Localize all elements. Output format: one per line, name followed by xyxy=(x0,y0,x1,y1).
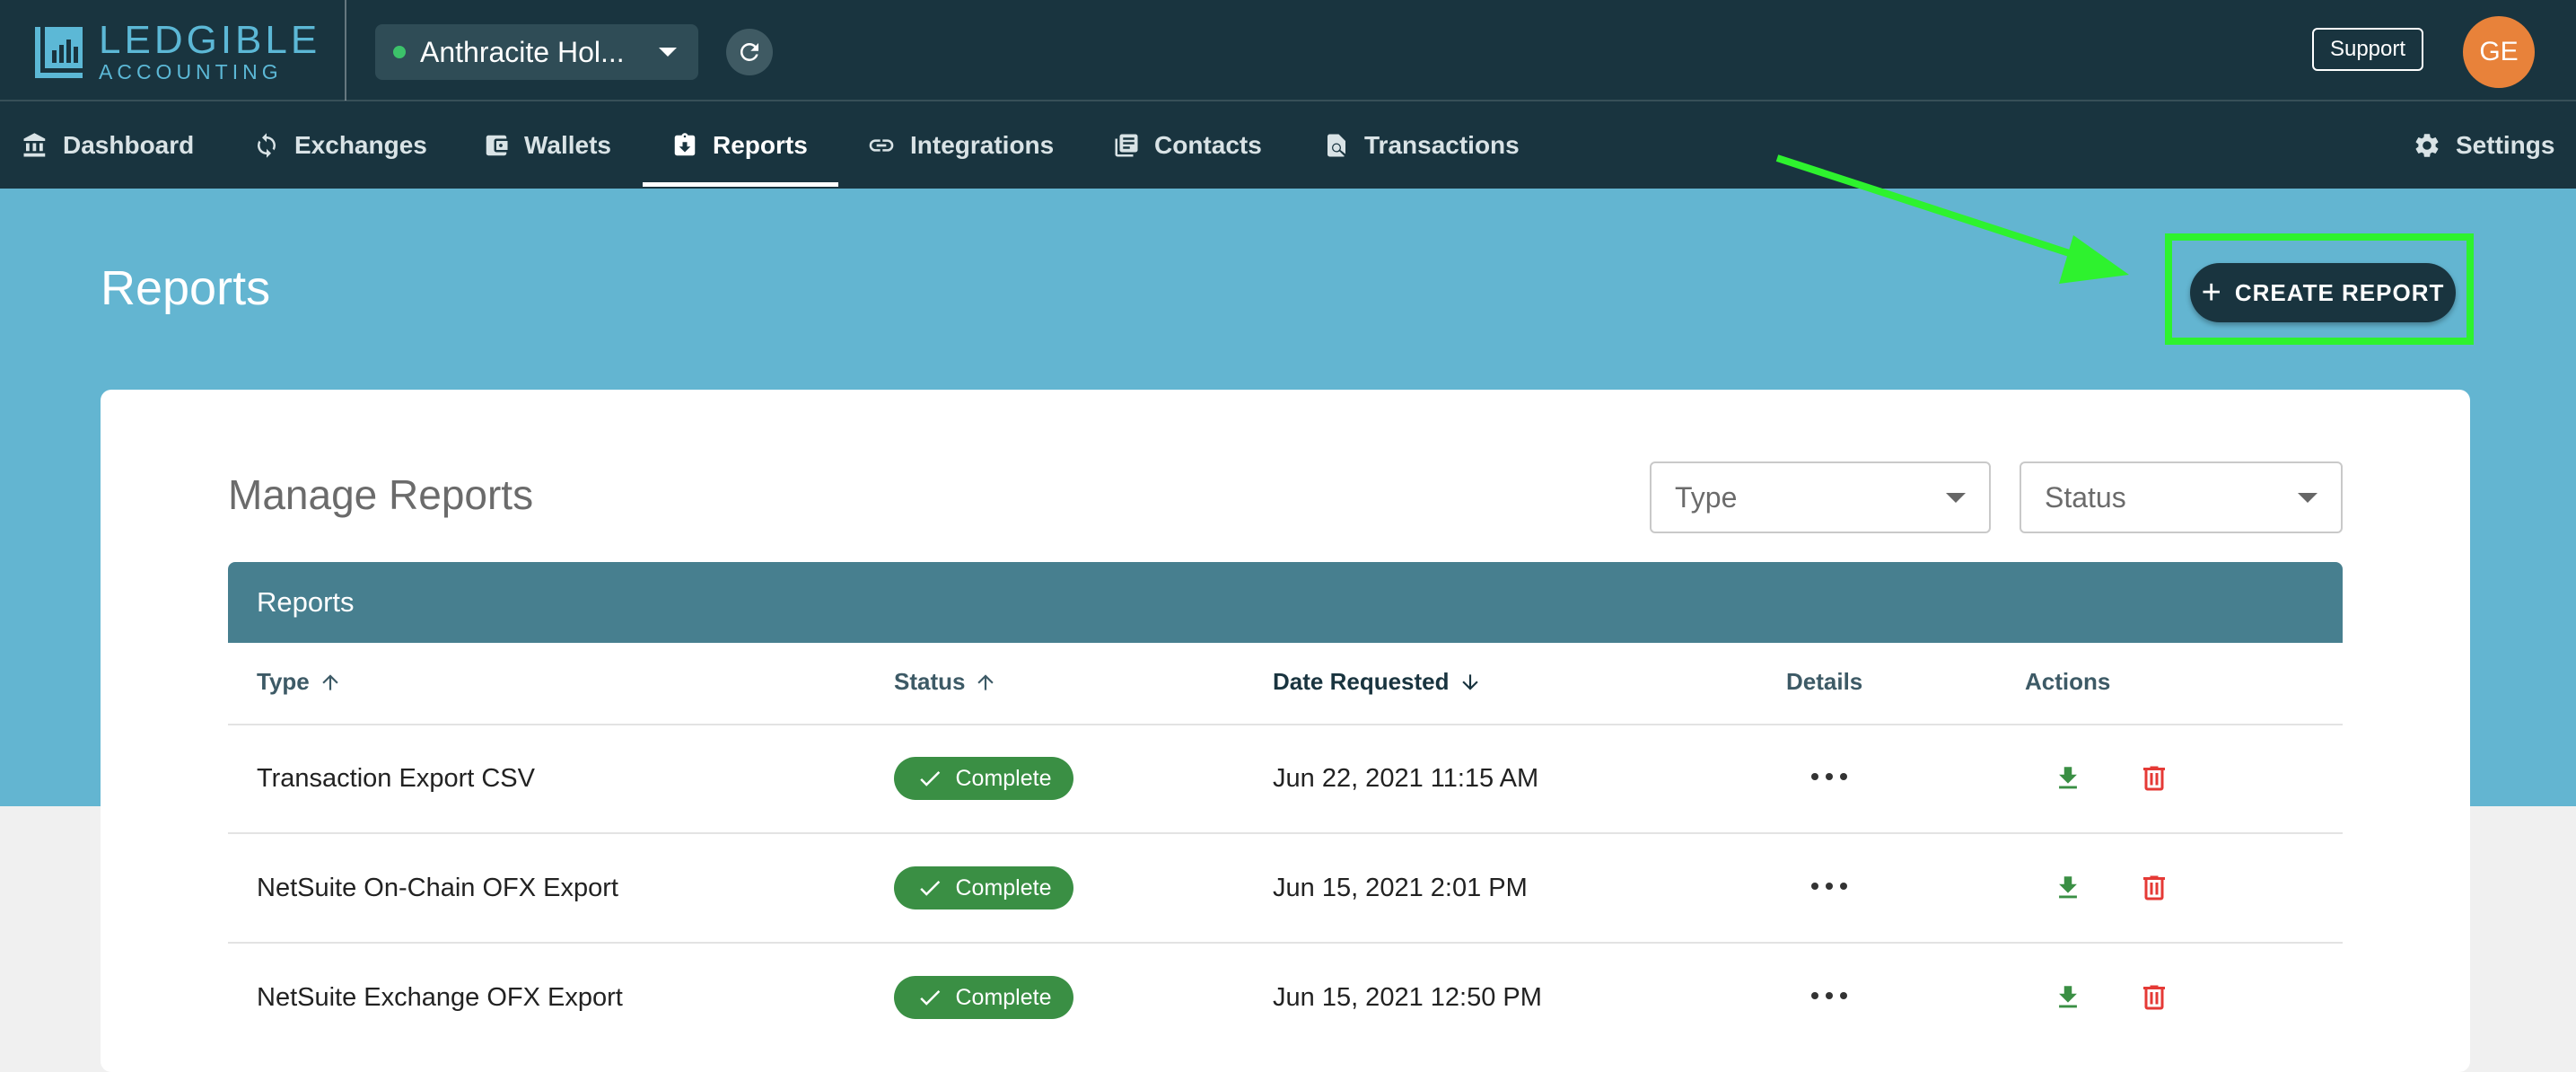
column-header-actions: Actions xyxy=(2025,668,2110,696)
nav-item-settings[interactable]: Settings xyxy=(2413,101,2554,189)
column-header-date-requested[interactable]: Date Requested xyxy=(1273,668,1482,696)
download-icon xyxy=(2059,986,2077,1008)
nav-label: Reports xyxy=(713,130,808,159)
nav-item-exchanges[interactable]: Exchanges xyxy=(253,101,427,189)
annotation-highlight-box xyxy=(2165,233,2474,345)
avatar[interactable]: GE xyxy=(2463,16,2535,88)
entity-name: Anthracite Hol... xyxy=(420,35,625,68)
contacts-icon xyxy=(1115,134,1138,156)
date-requested-cell: Jun 22, 2021 11:15 AM xyxy=(1273,764,1539,793)
more-options-icon[interactable] xyxy=(1811,883,1847,893)
nav-label: Dashboard xyxy=(63,130,195,159)
column-header-type[interactable]: Type xyxy=(257,668,342,696)
download-button[interactable] xyxy=(2050,868,2086,908)
logo[interactable]: LEDGIBLE ACCOUNTING xyxy=(34,17,321,83)
logo-wordmark: LEDGIBLE xyxy=(99,17,321,62)
bank-icon xyxy=(23,132,46,156)
status-filter-placeholder: Status xyxy=(2045,480,2126,514)
row-divider xyxy=(228,832,2343,834)
nav-item-contacts[interactable]: Contacts xyxy=(1113,101,1262,189)
nav-label: Wallets xyxy=(524,130,611,159)
nav-item-transactions[interactable]: Transactions xyxy=(1323,101,1520,189)
ledgible-logo-icon xyxy=(34,23,86,79)
trash-icon xyxy=(2143,766,2165,791)
row-divider xyxy=(228,942,2343,944)
status-filter-select[interactable]: Status xyxy=(2020,461,2343,533)
status-badge: Complete xyxy=(894,757,1073,800)
check-icon xyxy=(919,989,940,1006)
date-requested-cell: Jun 15, 2021 12:50 PM xyxy=(1273,983,1542,1012)
entity-status-dot xyxy=(393,46,406,58)
column-header-details: Details xyxy=(1786,668,1862,696)
link-icon xyxy=(869,138,894,152)
nav-label: Integrations xyxy=(910,130,1055,159)
type-filter-select[interactable]: Type xyxy=(1650,461,1991,533)
report-type-cell: NetSuite Exchange OFX Export xyxy=(257,983,623,1012)
arrow-down-icon xyxy=(1461,673,1478,690)
support-button[interactable]: Support xyxy=(2312,28,2423,71)
nav-item-wallets[interactable]: Wallets xyxy=(483,101,611,189)
trash-icon xyxy=(2143,875,2165,901)
active-tab-indicator xyxy=(643,182,838,187)
type-filter-placeholder: Type xyxy=(1675,480,1738,514)
dropdown-arrow-icon xyxy=(1946,492,1966,503)
nav-item-integrations[interactable]: Integrations xyxy=(867,101,1054,189)
status-badge: Complete xyxy=(894,866,1073,909)
more-options-icon[interactable] xyxy=(1811,992,1847,1003)
logo-subtitle: ACCOUNTING xyxy=(99,59,283,83)
header-divider xyxy=(345,0,346,101)
trash-icon xyxy=(2143,985,2165,1010)
status-badge: Complete xyxy=(894,976,1073,1019)
nav-label: Settings xyxy=(2456,130,2555,159)
sync-icon xyxy=(258,132,276,158)
column-label: Status xyxy=(894,668,966,695)
main-nav: Dashboard Exchanges Wallets Reports Inte… xyxy=(0,101,2576,189)
table-title: Reports xyxy=(257,586,355,618)
status-label: Complete xyxy=(955,874,1052,901)
arrow-up-icon xyxy=(322,673,338,690)
download-icon xyxy=(2059,876,2077,899)
row-divider xyxy=(228,724,2343,725)
column-label: Details xyxy=(1786,668,1863,695)
nav-label: Contacts xyxy=(1154,130,1262,159)
nav-label: Exchanges xyxy=(294,130,427,159)
nav-label: Transactions xyxy=(1364,130,1520,159)
date-requested-cell: Jun 15, 2021 2:01 PM xyxy=(1273,874,1528,902)
wallet-icon xyxy=(486,135,508,155)
column-label: Type xyxy=(257,668,310,695)
delete-button[interactable] xyxy=(2136,759,2172,798)
more-options-icon[interactable] xyxy=(1811,773,1847,784)
download-icon xyxy=(2059,767,2077,789)
column-header-status[interactable]: Status xyxy=(894,668,997,696)
column-label: Actions xyxy=(2025,668,2111,695)
top-bar: LEDGIBLE ACCOUNTING Anthracite Hol... Su… xyxy=(0,0,2576,101)
entity-selector[interactable]: Anthracite Hol... xyxy=(375,24,698,80)
refresh-icon xyxy=(740,42,758,61)
arrow-up-icon xyxy=(977,673,994,690)
nav-item-reports[interactable]: Reports xyxy=(671,101,808,189)
refresh-button[interactable] xyxy=(726,29,773,75)
delete-button[interactable] xyxy=(2136,978,2172,1017)
report-type-cell: Transaction Export CSV xyxy=(257,764,535,793)
download-button[interactable] xyxy=(2050,978,2086,1017)
nav-item-dashboard[interactable]: Dashboard xyxy=(22,101,194,189)
section-title: Manage Reports xyxy=(228,471,534,518)
report-type-cell: NetSuite On-Chain OFX Export xyxy=(257,874,618,902)
check-icon xyxy=(919,880,940,896)
search-document-icon xyxy=(1327,134,1345,156)
gear-icon xyxy=(2415,133,2439,157)
status-label: Complete xyxy=(955,765,1052,791)
report-icon xyxy=(674,132,696,155)
column-label: Date Requested xyxy=(1273,668,1450,695)
dropdown-arrow-icon xyxy=(2298,492,2318,503)
status-label: Complete xyxy=(955,984,1052,1010)
table-title-bar: Reports xyxy=(228,562,2343,643)
chevron-down-icon xyxy=(659,48,677,57)
check-icon xyxy=(919,770,940,786)
page-title: Reports xyxy=(101,261,271,315)
download-button[interactable] xyxy=(2050,759,2086,798)
delete-button[interactable] xyxy=(2136,868,2172,908)
